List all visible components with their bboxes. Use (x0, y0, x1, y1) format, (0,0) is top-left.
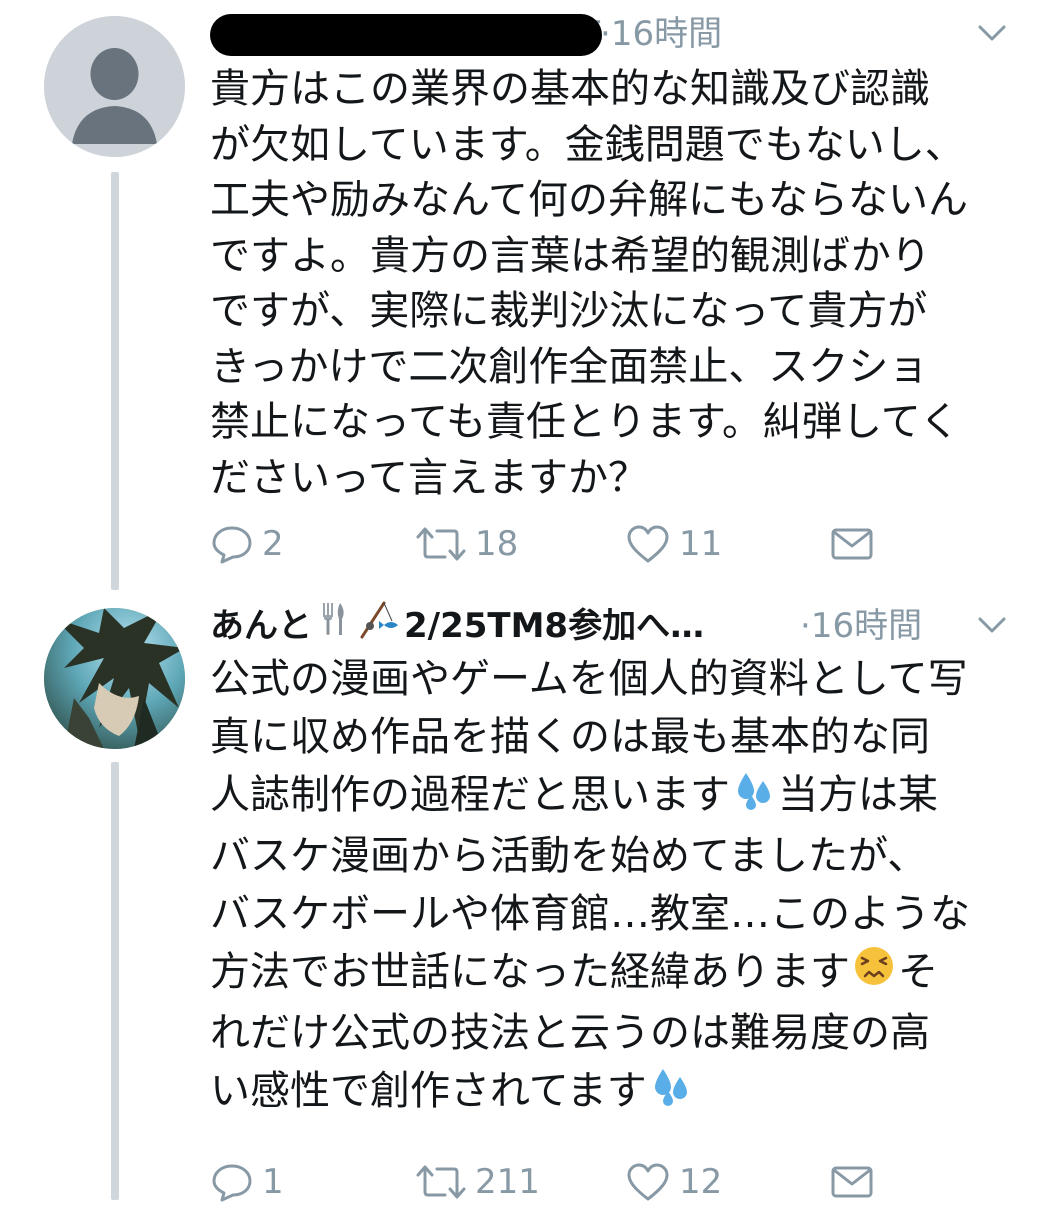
like-count: 12 (679, 1162, 723, 1202)
tweet-text-segment: 公式の漫画やゲームを個人的資料として写 (210, 656, 968, 702)
reply-bubble-icon (212, 526, 252, 564)
reply-count: 1 (262, 1162, 284, 1202)
tweet-actions: 2 18 11 (210, 514, 1039, 574)
direct-message-button[interactable] (830, 514, 874, 574)
reply-count: 2 (262, 524, 284, 564)
tweet-text-line: バスケ漫画から活動を始めてましたが、 (210, 827, 1020, 885)
tweet-text: 貴方はこの業界の基本的な知識及び認識 が欠如しています。金銭問題でもないし、 工… (210, 62, 1020, 506)
like-count: 11 (679, 524, 723, 564)
tweet-text-segment: 人誌制作の過程だと思います (210, 772, 730, 818)
heart-icon (627, 1163, 669, 1201)
tweet-text-line: 禁止になっても責任とります。糾弾してく (210, 399, 960, 445)
anime-character-avatar-icon (44, 608, 185, 749)
retweet-arrows-icon (416, 527, 466, 561)
separator: · (600, 14, 611, 54)
sweat-droplets-emoji-icon (649, 1063, 693, 1123)
tweet-text-line: 人誌制作の過程だと思います 当方は某 (210, 766, 1020, 827)
direct-message-button[interactable] (830, 1152, 874, 1212)
tweet-text-line: ですよ。貴方の言葉は希望的観測ばかり (210, 232, 931, 279)
like-button[interactable]: 11 (625, 514, 722, 574)
tweet-text-line: い感性で創作されてます (210, 1062, 1020, 1123)
redacted-username (210, 14, 602, 56)
display-name[interactable]: あんと 2/25TM8参加へ… (210, 598, 704, 656)
thread-line (111, 172, 119, 590)
tweet-header: あんと 2/25TM8参加へ… ·16時間 (210, 598, 1009, 654)
tweet-text-line: れだけ公式の技法と云うのは難易度の高 (210, 1004, 1020, 1062)
display-name-suffix: 2/25TM8参加へ… (404, 606, 705, 646)
tweet-text-line: が欠如しています。金銭問題でもないし、 (210, 121, 965, 168)
tweet-text-segment: 真に収め作品を描くのは最も基本的な同 (210, 714, 930, 760)
retweet-button[interactable]: 18 (415, 514, 518, 574)
tweet-text-segment: そ (898, 949, 938, 995)
tweet[interactable]: あんと 2/25TM8参加へ… ·16時間 公式の漫画やゲームを個人的資料として写… (0, 598, 1039, 1202)
persevering-face-emoji-icon (852, 944, 896, 1004)
timestamp-text: 16時間 (810, 606, 923, 646)
heart-icon (627, 525, 669, 563)
envelope-icon (831, 1166, 873, 1198)
retweet-count: 18 (475, 524, 519, 564)
tweet-text-segment: バスケ漫画から活動を始めてましたが、 (210, 833, 928, 879)
tweet-text-line: 真に収め作品を描くのは最も基本的な同 (210, 708, 1020, 766)
reply-button[interactable]: 2 (210, 514, 284, 574)
tweet-text-line: ださいって言えますか？ (210, 454, 648, 501)
tweet-timestamp[interactable]: ·16時間 (600, 6, 722, 62)
tweet-text: 公式の漫画やゲームを個人的資料として写 真に収め作品を描くのは最も基本的な同 人… (210, 650, 1020, 1123)
chevron-down-icon[interactable] (975, 20, 1009, 46)
tweet-text-segment: 方法でお世話になった経緯あります (210, 949, 850, 995)
tweet-text-line: 方法でお世話になった経緯あります そ (210, 943, 1020, 1004)
retweet-arrows-icon (416, 1165, 466, 1199)
display-name-text: あんと (210, 606, 312, 646)
default-avatar-silhouette-icon (44, 16, 185, 157)
tweet-text-line: バスケボールや体育館…教室…このような (210, 885, 1020, 943)
reply-button[interactable]: 1 (210, 1152, 284, 1212)
chevron-down-icon[interactable] (975, 612, 1009, 638)
like-button[interactable]: 12 (625, 1152, 722, 1212)
default-avatar[interactable] (44, 16, 185, 157)
envelope-icon (831, 528, 873, 560)
timestamp-text: 16時間 (610, 14, 723, 54)
sweat-droplets-emoji-icon (732, 767, 776, 827)
tweet-header: 725 ·16時間 (210, 6, 1009, 62)
profile-avatar[interactable] (44, 608, 185, 749)
tweet-text-line: きっかけで二次創作全面禁止、スクショ (210, 343, 929, 390)
tweet-text-segment: バスケボールや体育館…教室…このような (210, 891, 970, 937)
tweet-actions: 1 211 12 (210, 1152, 1039, 1212)
retweet-count: 211 (475, 1162, 540, 1202)
separator: · (800, 606, 811, 646)
tweet-timestamp[interactable]: ·16時間 (800, 598, 922, 654)
tweet-text-line: 公式の漫画やゲームを個人的資料として写 (210, 650, 1020, 708)
tweet[interactable]: 725 ·16時間 貴方はこの業界の基本的な知識及び認識 が欠如しています。金銭… (0, 0, 1039, 600)
reply-bubble-icon (212, 1164, 252, 1202)
retweet-button[interactable]: 211 (415, 1152, 540, 1212)
fishing-pole-emoji-icon (358, 599, 402, 656)
tweet-text-line: 工夫や励みなんて何の弁解にもならないん (210, 177, 968, 223)
tweet-text-segment: れだけ公式の技法と云うのは難易度の高 (210, 1010, 930, 1056)
tweet-text-line: ですが、実際に裁判沙汰になって貴方が (210, 288, 928, 334)
fork-knife-emoji-icon (314, 599, 354, 656)
thread-line (111, 762, 119, 1200)
tweet-text-segment: い感性で創作されてます (210, 1068, 647, 1114)
tweet-text-line: 貴方はこの業界の基本的な知識及び認識 (210, 66, 930, 112)
tweet-text-segment: 当方は某 (778, 772, 938, 818)
